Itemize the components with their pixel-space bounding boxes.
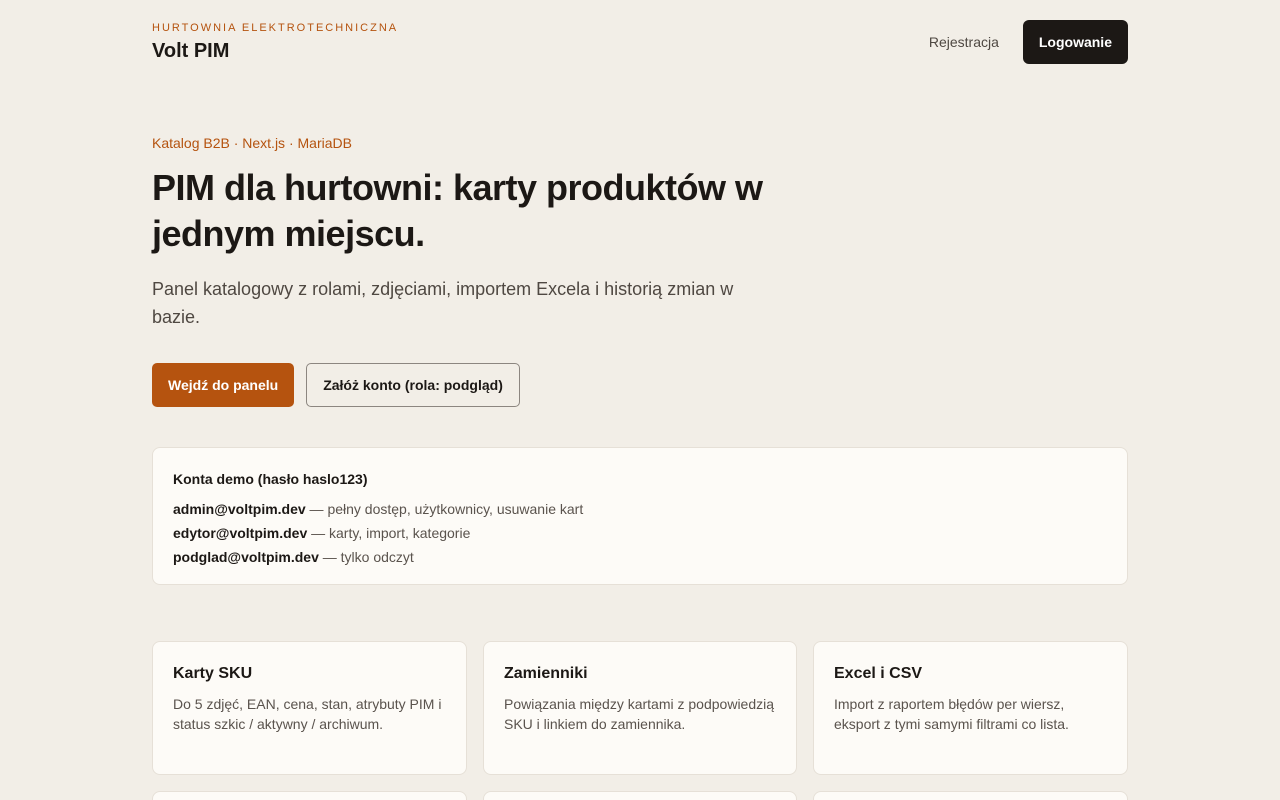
demo-account-desc: — tylko odczyt: [318, 549, 414, 565]
create-account-button[interactable]: Załóż konto (rola: podgląd): [306, 363, 520, 407]
feature-card-title: Zamienniki: [504, 665, 588, 682]
login-button[interactable]: Logowanie: [1022, 20, 1128, 64]
demo-account-email: edytor@voltpim.dev: [173, 525, 308, 541]
feature-card-sku: Karty SKU Do 5 zdjęć, EAN, cena, stan, a…: [152, 641, 467, 775]
feature-card-partial: [152, 791, 467, 800]
demo-account-desc: — karty, import, kategorie: [307, 525, 471, 541]
brand-logo-link[interactable]: Volt PIM: [152, 40, 229, 63]
feature-card-desc: Powiązania między kartami z podpowiedzią…: [504, 696, 775, 732]
page: HURTOWNIA ELEKTROTECHNICZNA Volt PIM Rej…: [0, 0, 1280, 800]
hero-eyebrow: Katalog B2B · Next.js · MariaDB: [152, 135, 352, 151]
brand-eyebrow: HURTOWNIA ELEKTROTECHNICZNA: [152, 22, 399, 34]
feature-card-excel: Excel i CSV Import z raportem błędów per…: [813, 641, 1128, 775]
demo-account-row: edytor@voltpim.dev — karty, import, kate…: [173, 521, 1107, 545]
demo-accounts-box: Konta demo (hasło haslo123) admin@voltpi…: [152, 447, 1128, 585]
feature-card-title: Excel i CSV: [834, 665, 923, 682]
hero-subtitle: Panel katalogowy z rolami, zdjęciami, im…: [152, 279, 734, 327]
demo-account-row: podglad@voltpim.dev — tylko odczyt: [173, 545, 1107, 569]
hero-title: PIM dla hurtowni: karty produktów w jedn…: [152, 167, 763, 254]
feature-card-partial: [813, 791, 1128, 800]
site-header: HURTOWNIA ELEKTROTECHNICZNA Volt PIM Rej…: [152, 20, 1128, 64]
feature-card-replacements: Zamienniki Powiązania między kartami z p…: [483, 641, 797, 775]
feature-card-partial: [483, 791, 797, 800]
register-link[interactable]: Rejestracja: [929, 34, 999, 50]
hero-actions: Wejdź do panelu Załóż konto (rola: podgl…: [152, 363, 520, 407]
demo-accounts-list: admin@voltpim.dev — pełny dostęp, użytko…: [173, 497, 1107, 569]
feature-card-desc: Import z raportem błędów per wiersz, eks…: [834, 696, 1069, 732]
header-nav: Rejestracja Logowanie: [929, 20, 1128, 64]
demo-account-email: podglad@voltpim.dev: [173, 549, 319, 565]
demo-accounts-title: Konta demo (hasło haslo123): [173, 471, 368, 487]
feature-card-title: Karty SKU: [173, 665, 253, 682]
enter-panel-button[interactable]: Wejdź do panelu: [152, 363, 295, 407]
feature-card-desc: Do 5 zdjęć, EAN, cena, stan, atrybuty PI…: [173, 696, 442, 732]
demo-account-row: admin@voltpim.dev — pełny dostęp, użytko…: [173, 497, 1107, 521]
demo-account-email: admin@voltpim.dev: [173, 501, 306, 517]
demo-account-desc: — pełny dostęp, użytkownicy, usuwanie ka…: [305, 501, 584, 517]
